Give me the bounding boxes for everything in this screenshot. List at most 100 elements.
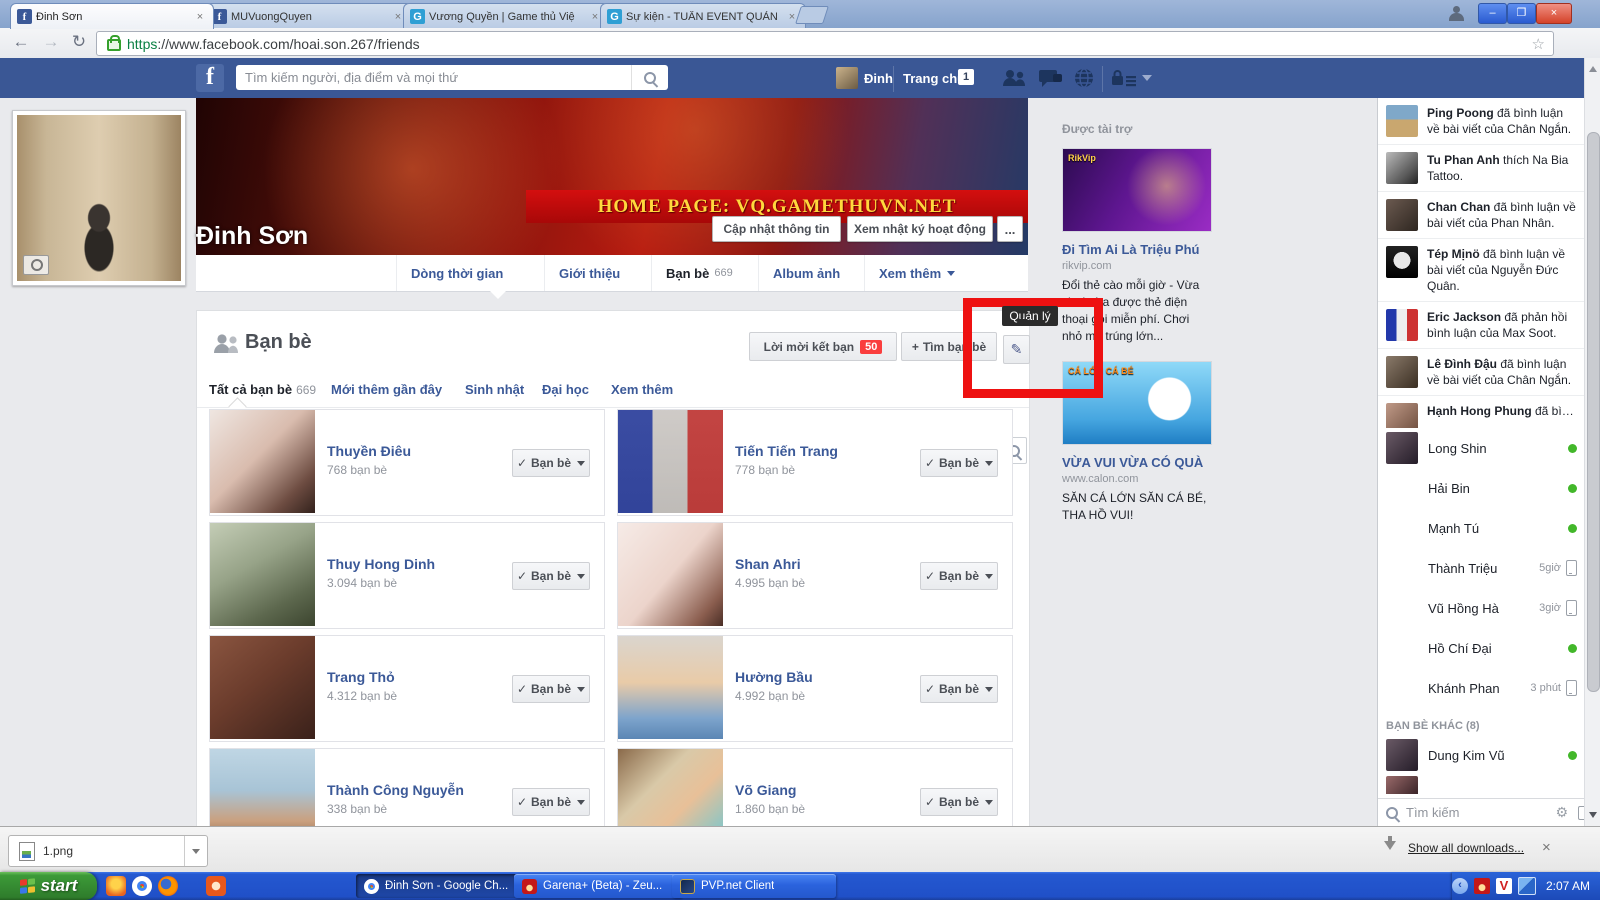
window-close-button[interactable]: × (1536, 3, 1572, 24)
ad-image[interactable]: RikVip (1062, 148, 1212, 232)
chat-contact[interactable]: Long Shin (1378, 428, 1584, 468)
browser-tab-4[interactable]: G Sự kiện - TUẦN EVENT QUẢN × (600, 3, 806, 29)
header-home-link[interactable]: Trang chủ (903, 71, 965, 86)
friend-avatar[interactable] (210, 523, 315, 626)
taskbar-button-chrome[interactable]: Đinh Sơn - Google Ch... (356, 874, 524, 898)
ticker-item[interactable]: Ping Poong đã bình luận về bài viết của … (1378, 98, 1584, 145)
scrollbar-up-icon[interactable] (1589, 62, 1597, 72)
bookmark-star-icon[interactable]: ☆ (1532, 35, 1545, 53)
friend-requests-icon[interactable] (1000, 68, 1028, 88)
friend-name-link[interactable]: Võ Giang (735, 782, 796, 798)
tray-vietkey-icon[interactable]: V (1496, 878, 1512, 894)
update-info-button[interactable]: Cập nhật thông tin (712, 216, 841, 242)
search-button[interactable] (631, 65, 668, 90)
scrollbar-down-icon[interactable] (1589, 812, 1597, 822)
ticker-item[interactable]: Chan Chan đã bình luận về bài viết của P… (1378, 192, 1584, 239)
friend-status-button[interactable]: ✓Bạn bè (920, 562, 998, 590)
privacy-shortcuts-icon[interactable] (1110, 68, 1138, 88)
browser-scrollbar[interactable] (1584, 58, 1600, 826)
ticker-item[interactable]: Tép Mịnö đã bình luận về bài viết của Ng… (1378, 239, 1584, 302)
tray-chevron-icon[interactable]: ‹ (1452, 878, 1468, 894)
friend-avatar[interactable] (618, 749, 723, 826)
friend-avatar[interactable] (618, 636, 723, 739)
friend-status-button[interactable]: ✓Bạn bè (920, 449, 998, 477)
ticker-item[interactable]: Tu Phan Anh thích Na Bia Tattoo. (1378, 145, 1584, 192)
ssl-lock-icon[interactable] (107, 39, 121, 51)
quick-launch-icon-2[interactable] (206, 876, 226, 896)
chat-contact[interactable]: Vũ Hồng Hà3giờ (1378, 588, 1584, 628)
friend-status-button[interactable]: ✓Bạn bè (920, 675, 998, 703)
ticker-item[interactable]: Hạnh Hong Phung đã bình (1378, 396, 1584, 428)
friend-name-link[interactable]: Tiến Tiến Trang (735, 443, 838, 459)
chat-contact[interactable]: Mạnh Tú (1378, 508, 1584, 548)
friend-status-button[interactable]: ✓Bạn bè (920, 788, 998, 816)
friend-name-link[interactable]: Hường Bầu (735, 669, 813, 685)
cover-more-button[interactable]: ... (997, 216, 1023, 242)
subtab-college[interactable]: Đại học (542, 382, 589, 397)
header-profile-link[interactable]: Đinh (864, 71, 893, 86)
chat-contact[interactable]: Thành Triệu5giờ (1378, 548, 1584, 588)
friend-avatar[interactable] (618, 410, 723, 513)
account-menu-caret-icon[interactable] (1142, 75, 1152, 86)
facebook-search-bar[interactable]: Tìm kiếm người, địa điểm và mọi thứ (236, 65, 668, 90)
facebook-logo[interactable]: f (196, 64, 224, 92)
friend-avatar[interactable] (618, 523, 723, 626)
friend-requests-button[interactable]: Lời mời kết bạn 50 (749, 332, 897, 361)
browser-tab-3[interactable]: G Vương Quyền | Game thủ Việ × (403, 3, 609, 29)
show-all-downloads-link[interactable]: Show all downloads... (1408, 841, 1524, 855)
subtab-all-friends[interactable]: Tất cả bạn bè669 (209, 382, 316, 397)
download-bar-close-icon[interactable]: × (1542, 839, 1551, 856)
window-minimize-button[interactable]: – (1478, 3, 1507, 24)
tray-garena-icon[interactable] (1474, 878, 1490, 894)
chat-contact[interactable]: Hồ Chí Đại (1378, 628, 1584, 668)
back-button[interactable]: ← (8, 29, 34, 55)
forward-button[interactable]: → (38, 29, 64, 55)
subtab-birthdays[interactable]: Sinh nhật (465, 382, 524, 397)
friend-status-button[interactable]: ✓Bạn bè (512, 788, 590, 816)
friend-status-button[interactable]: ✓Bạn bè (512, 449, 590, 477)
download-caret-button[interactable] (184, 836, 207, 866)
tab-friends[interactable]: Bạn bè669 (651, 255, 747, 291)
quick-launch-icon-1[interactable] (106, 876, 126, 896)
ad-title-link[interactable]: VỪA VUI VỪA CÓ QUÀ (1062, 455, 1210, 470)
tab-more[interactable]: Xem thêm (864, 255, 969, 291)
camera-icon[interactable] (23, 255, 49, 275)
chat-contact[interactable]: Hải Bin (1378, 468, 1584, 508)
tab-about[interactable]: Giới thiệu (544, 255, 634, 291)
tab-photos[interactable]: Album ảnh (758, 255, 854, 291)
scrollbar-thumb[interactable] (1587, 132, 1600, 692)
taskbar-button-pvpnet[interactable]: PVP.net Client (672, 874, 836, 898)
friend-name-link[interactable]: Thuyền Điêu (327, 443, 411, 459)
header-avatar[interactable] (836, 67, 858, 89)
tab-timeline[interactable]: Dòng thời gian (396, 255, 517, 291)
friend-status-button[interactable]: ✓Bạn bè (512, 675, 590, 703)
reload-button[interactable]: ↻ (66, 29, 92, 55)
friend-name-link[interactable]: Shan Ahri (735, 556, 801, 572)
browser-tab-2[interactable]: f MUVuongQuyen × (205, 3, 412, 29)
browser-tab-1[interactable]: f Đinh Sơn × (10, 3, 214, 29)
tray-network-icon[interactable] (1518, 877, 1536, 895)
download-item-button[interactable]: 1.png (8, 835, 208, 867)
friend-name-link[interactable]: Trang Thỏ (327, 669, 395, 685)
quick-launch-chrome-icon[interactable] (132, 876, 152, 896)
activity-log-button[interactable]: Xem nhật ký hoạt động (847, 216, 993, 242)
profile-picture[interactable] (12, 110, 186, 286)
tab-close-icon[interactable]: × (193, 11, 207, 23)
chat-contact[interactable]: Khánh Phan3 phút (1378, 668, 1584, 708)
subtab-recently-added[interactable]: Mới thêm gần đây (331, 382, 442, 397)
messages-icon[interactable] (1036, 68, 1064, 88)
start-button[interactable]: start (0, 872, 97, 900)
gear-icon[interactable]: ⚙ (1555, 804, 1568, 821)
friend-status-button[interactable]: ✓Bạn bè (512, 562, 590, 590)
new-tab-button[interactable] (795, 6, 829, 24)
ad-title-link[interactable]: Đi Tìm Ai Là Triệu Phú (1062, 242, 1210, 257)
subtab-more[interactable]: Xem thêm (611, 382, 673, 397)
address-bar[interactable]: https://www.facebook.com/hoai.son.267/fr… (96, 31, 1554, 56)
ticker-item[interactable]: Eric Jackson đã phản hồi bình luận của M… (1378, 302, 1584, 349)
window-maximize-button[interactable]: ❐ (1507, 3, 1536, 24)
taskbar-button-garena[interactable]: Garena+ (Beta) - Zeu... (514, 874, 682, 898)
notifications-globe-icon[interactable] (1070, 68, 1098, 88)
ticker-item[interactable]: Lê Đình Đậu đã bình luận về bài viết của… (1378, 349, 1584, 396)
friend-avatar[interactable] (210, 749, 315, 826)
chat-search-bar[interactable]: Tìm kiếm ⚙ (1378, 798, 1584, 826)
